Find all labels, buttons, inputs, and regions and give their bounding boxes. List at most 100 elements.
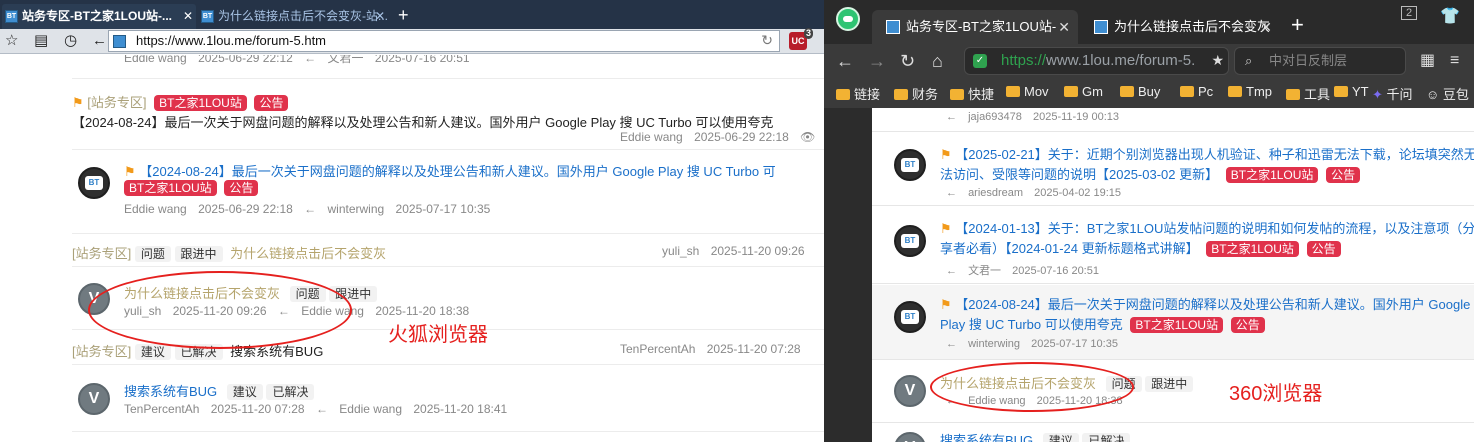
- last-date: 2025-11-20 18:41: [413, 402, 508, 416]
- browser360-logo-icon[interactable]: [836, 7, 860, 31]
- last-user-link[interactable]: Eddie wang: [339, 402, 402, 416]
- tag-site[interactable]: BT之家1LOU站: [1206, 241, 1299, 257]
- author-link[interactable]: TenPercentAh: [124, 402, 199, 416]
- thread-title-link[interactable]: 为什么链接点击后不会变灰: [230, 246, 386, 261]
- browser360-tab-thread[interactable]: 为什么链接点击后不会变灰 ✕: [1080, 10, 1280, 44]
- tag-type[interactable]: 建议: [1042, 433, 1079, 442]
- reload-icon[interactable]: ↻: [900, 50, 915, 72]
- last-user-link[interactable]: 文君一: [328, 55, 364, 65]
- avatar[interactable]: BT: [894, 225, 926, 257]
- forum-bracket[interactable]: [站务专区]: [87, 95, 146, 110]
- thread-title-link[interactable]: 搜索系统有BUG: [940, 433, 1033, 442]
- tag-type[interactable]: 建议: [226, 384, 263, 400]
- history-icon[interactable]: ◷: [64, 32, 77, 50]
- firefox-tab-thread[interactable]: BT 为什么链接点击后不会变灰-站... ✕: [198, 4, 388, 29]
- tag-notice[interactable]: 公告: [1326, 167, 1361, 183]
- thread-title-link[interactable]: 【2024-08-24】最后一次关于网盘问题的解释以及处理公告和新人建议。国外用…: [72, 112, 773, 131]
- thread-title-link[interactable]: 搜索系统有BUG: [124, 384, 217, 399]
- author-link[interactable]: Eddie wang: [124, 202, 187, 216]
- tag-site[interactable]: BT之家1LOU站: [1130, 317, 1224, 333]
- bookmark-folder[interactable]: Tmp: [1228, 84, 1272, 99]
- tag-type[interactable]: 建议: [134, 344, 171, 360]
- tag-site[interactable]: BT之家1LOU站: [154, 95, 247, 111]
- tag-notice[interactable]: 公告: [224, 180, 259, 196]
- ublock-icon[interactable]: UC 3: [789, 28, 813, 50]
- reload-icon[interactable]: ↻: [761, 32, 773, 49]
- avatar[interactable]: V: [894, 375, 926, 407]
- firefox-tab-forum[interactable]: BT 站务专区-BT之家1LOU站-... ✕: [2, 4, 196, 29]
- qianwen-icon: ✦: [1372, 87, 1383, 102]
- author-link[interactable]: Eddie wang: [124, 55, 187, 65]
- author-link[interactable]: yuli_sh: [662, 244, 699, 258]
- bookmark-folder[interactable]: Pc: [1180, 84, 1213, 99]
- avatar[interactable]: BT: [894, 149, 926, 181]
- flag-icon: ⚑: [72, 95, 84, 110]
- home-icon[interactable]: ⌂: [932, 50, 943, 72]
- forum-bracket[interactable]: [站务专区]: [72, 344, 131, 359]
- bookmark-folder[interactable]: 链接: [836, 84, 880, 103]
- author-link[interactable]: TenPercentAh: [620, 342, 695, 356]
- thread-title-link[interactable]: 【2024-08-24】最后一次关于网盘问题的解释以及处理公告和新人建议。国外用…: [139, 164, 775, 179]
- forum-bracket[interactable]: [站务专区]: [72, 246, 131, 261]
- last-user-link[interactable]: ariesdream: [968, 187, 1023, 199]
- menu-icon[interactable]: ≡: [1450, 50, 1459, 72]
- thread-row: V 搜索系统有BUG 建议 已解决 TenPercentAh 2025-11-2…: [72, 366, 824, 432]
- last-user-link[interactable]: jaja693478: [968, 111, 1022, 123]
- thread-title-link[interactable]: ⚑ 【2024-08-24】最后一次关于网盘问题的解释以及处理公告和新人建议。国…: [940, 295, 1474, 335]
- bookmark-folder[interactable]: Buy: [1120, 84, 1160, 99]
- thread-title-link[interactable]: ⚑ 【2025-02-21】关于：近期个别浏览器出现人机验证、种子和迅雷无法下载…: [940, 145, 1474, 185]
- last-user-link[interactable]: winterwing: [328, 202, 385, 216]
- close-tab-icon[interactable]: ✕: [375, 4, 385, 29]
- post-date: 2025-06-29 22:12: [198, 55, 293, 65]
- tag-site[interactable]: BT之家1LOU站: [1225, 167, 1319, 183]
- avatar[interactable]: BT: [78, 167, 110, 199]
- bookmark-folder[interactable]: 快捷: [950, 84, 994, 103]
- new-tab-button[interactable]: +: [398, 4, 409, 26]
- browser360-nav-bar: ← → ↻ ⌂ ✓ https://www.1lou.me/forum-5. ★…: [824, 44, 1474, 78]
- avatar[interactable]: V: [894, 432, 926, 442]
- bookmark-folder[interactable]: Gm: [1064, 84, 1103, 99]
- thread-row: V 搜索系统有BUG 建议 已解决: [872, 424, 1474, 442]
- firefox-url-bar[interactable]: https://www.1lou.me/forum-5.htm ↻: [108, 30, 780, 52]
- avatar[interactable]: V: [78, 383, 110, 415]
- reader-icon[interactable]: ▤: [34, 32, 48, 50]
- new-tab-button[interactable]: +: [1291, 12, 1304, 38]
- tag-status[interactable]: 已解决: [266, 384, 315, 400]
- tag-status[interactable]: 跟进中: [1145, 376, 1194, 392]
- browser360-tab-forum[interactable]: 站务专区-BT之家1LOU站- ✕: [872, 10, 1078, 44]
- bookmark-folder[interactable]: 工具: [1286, 84, 1330, 103]
- last-user-link[interactable]: 文君一: [968, 265, 1001, 277]
- tag-type[interactable]: 问题: [134, 246, 171, 262]
- bookmark-star-icon[interactable]: ★: [1211, 52, 1224, 69]
- close-tab-icon[interactable]: ✕: [1058, 10, 1070, 44]
- close-tab-icon[interactable]: ✕: [1260, 10, 1272, 44]
- tag-notice[interactable]: 公告: [1230, 317, 1265, 333]
- browser360-url-bar[interactable]: ✓ https://www.1lou.me/forum-5. ★: [964, 47, 1229, 75]
- author-link[interactable]: Eddie wang: [620, 130, 683, 144]
- tag-status[interactable]: 跟进中: [174, 246, 223, 262]
- thread-title-link[interactable]: ⚑ 【2024-01-13】关于：BT之家1LOU站发帖问题的说明和如何发帖的流…: [940, 219, 1474, 259]
- bookmark-folder[interactable]: 财务: [894, 84, 938, 103]
- bookmark-folder[interactable]: YT: [1334, 84, 1369, 99]
- close-tab-icon[interactable]: ✕: [183, 4, 193, 29]
- forward-icon[interactable]: →: [868, 50, 886, 72]
- bookmark-qianwen[interactable]: ✦ 千问: [1372, 84, 1413, 103]
- thread-row: BT ⚑ 【2024-08-24】最后一次关于网盘问题的解释以及处理公告和新人建…: [872, 285, 1474, 360]
- apps-grid-icon[interactable]: ▦: [1420, 50, 1435, 72]
- tag-notice[interactable]: 公告: [1306, 241, 1341, 257]
- star-icon[interactable]: ☆: [5, 32, 18, 50]
- bookmark-doubao[interactable]: ☺ 豆包: [1426, 84, 1469, 103]
- avatar[interactable]: BT: [894, 301, 926, 333]
- search-input[interactable]: ⌕ 中对日反制层: [1234, 47, 1406, 75]
- shirt-icon[interactable]: 👕: [1440, 6, 1460, 26]
- tag-notice[interactable]: 公告: [254, 95, 289, 111]
- tag-site[interactable]: BT之家1LOU站: [124, 180, 217, 196]
- back-icon[interactable]: ←: [92, 32, 107, 50]
- window-count-badge[interactable]: 2: [1401, 6, 1418, 20]
- arrow-icon: ←: [946, 265, 957, 277]
- last-user-link[interactable]: winterwing: [968, 338, 1020, 350]
- tag-status[interactable]: 已解决: [1082, 433, 1131, 442]
- back-icon[interactable]: ←: [836, 50, 854, 72]
- bookmark-folder[interactable]: Mov: [1006, 84, 1049, 99]
- post-date: 2025-06-29 22:18: [198, 202, 293, 216]
